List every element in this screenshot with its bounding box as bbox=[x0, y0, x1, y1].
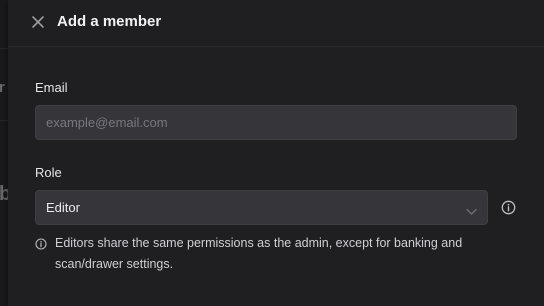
background-divider bbox=[0, 48, 8, 49]
role-selected-value: Editor bbox=[46, 200, 80, 215]
info-icon bbox=[35, 237, 47, 250]
close-icon[interactable] bbox=[31, 15, 45, 29]
background-glyph: r bbox=[0, 79, 5, 96]
background-divider bbox=[0, 120, 8, 121]
panel-header: Add a member bbox=[8, 0, 544, 47]
add-member-panel: Add a member Email Role Editor bbox=[8, 0, 544, 306]
app-window: r b Add a member Email Role Editor bbox=[0, 0, 544, 306]
panel-title: Add a member bbox=[57, 13, 162, 30]
role-label: Role bbox=[35, 165, 62, 180]
background-glyph: b bbox=[0, 183, 8, 205]
role-select[interactable]: Editor bbox=[35, 190, 488, 225]
email-label: Email bbox=[35, 80, 68, 95]
email-field[interactable] bbox=[35, 105, 517, 140]
role-info-icon[interactable] bbox=[501, 200, 516, 215]
role-hint-text: Editors share the same permissions as th… bbox=[55, 236, 463, 271]
chevron-down-icon bbox=[466, 203, 477, 215]
background-page: r b bbox=[0, 0, 8, 306]
